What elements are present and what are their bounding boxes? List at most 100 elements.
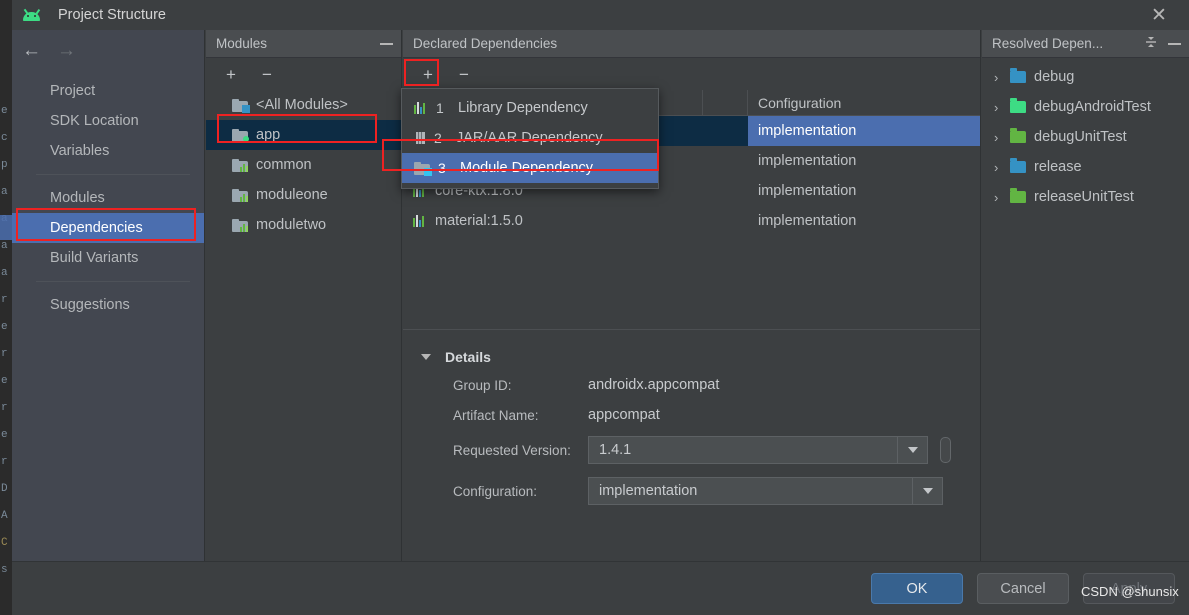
chevron-right-icon[interactable]: › [994,130,1010,145]
watermark-text: CSDN @shunsix [1081,584,1179,599]
nav-history-controls: ← → [12,30,204,70]
chevron-right-icon[interactable]: › [994,190,1010,205]
sidebar-item-dependencies[interactable]: Dependencies [12,213,204,243]
menu-item-jar-aar-dependency[interactable]: 2 JAR/AAR Dependency [402,123,658,153]
details-section: Details Group ID: androidx.appcompat Art… [403,330,980,512]
minimize-icon[interactable] [380,42,393,45]
chevron-right-icon[interactable]: › [994,100,1010,115]
menu-item-label: Library Dependency [458,100,588,116]
add-dependency-button[interactable]: + [417,63,439,85]
module-row-common[interactable]: common [206,150,401,180]
triangle-down-icon[interactable] [421,354,431,360]
menu-item-label: JAR/AAR Dependency [456,130,603,146]
jar-icon [414,131,427,145]
menu-item-number: 2 [434,130,442,146]
module-row-moduletwo[interactable]: moduletwo [206,210,401,240]
library-icon [413,214,428,228]
cancel-button[interactable]: Cancel [977,573,1069,604]
field-label: Artifact Name: [453,407,539,423]
resolved-label: debugUnitTest [1034,129,1127,145]
forward-arrow-icon[interactable]: → [57,41,76,60]
add-dependency-popup-menu: 1 Library Dependency 2 JAR/AAR Dependenc… [401,88,659,189]
background-editor-strip: ecpaaaarerererDACs [0,0,12,615]
project-structure-dialog-screen: ecpaaaarerererDACs Project Structure ✕ ←… [0,0,1189,615]
resolved-label: release [1034,159,1082,175]
background-text-fragment: r [1,348,8,360]
menu-item-number: 3 [438,160,446,176]
folder-icon [1010,128,1026,143]
sidebar-item-build-variants[interactable]: Build Variants [12,243,204,273]
resolved-row-debugunittest[interactable]: › debugUnitTest [982,122,1189,152]
close-icon[interactable]: ✕ [1137,0,1181,30]
background-text-fragment: s [1,564,8,576]
chevron-right-icon[interactable]: › [994,70,1010,85]
details-field-artifact-name: Artifact Name: appcompat [403,400,980,430]
background-text-fragment: r [1,456,8,468]
sidebar-item-modules[interactable]: Modules [12,183,204,213]
module-label: <All Modules> [256,97,348,113]
folder-icon [1010,188,1026,203]
details-header[interactable]: Details [403,344,980,370]
background-text-fragment: p [1,159,8,171]
resolved-row-release[interactable]: › release [982,152,1189,182]
module-row-moduleone[interactable]: moduleone [206,180,401,210]
module-row-all-modules[interactable]: <All Modules> [206,90,401,120]
field-value: appcompat [588,407,660,423]
table-row[interactable]: material:1.5.0 implementation [403,206,980,236]
chevron-right-icon[interactable]: › [994,160,1010,175]
configuration-combobox[interactable]: implementation [588,477,943,505]
background-text-fragment: r [1,294,8,306]
background-text-fragment: A [1,510,8,522]
back-arrow-icon[interactable]: ← [22,41,41,60]
resolved-row-debugandroidtest[interactable]: › debugAndroidTest [982,92,1189,122]
menu-item-library-dependency[interactable]: 1 Library Dependency [402,93,658,123]
menu-item-module-dependency[interactable]: 3 Module Dependency [402,153,658,183]
background-text-fragment: e [1,321,8,333]
folder-icon [1010,98,1026,113]
resolved-dependencies-title: Resolved Depen... [992,36,1104,51]
background-selected-line [0,215,12,240]
modules-panel: Modules + − <All Modules> app common mod… [206,30,402,561]
version-catalog-button[interactable] [940,437,951,463]
background-text-fragment: a [1,240,8,252]
column-header-spacer[interactable] [703,90,748,116]
sidebar-group-modules: Modules Dependencies Build Variants [12,183,204,273]
chevron-down-icon[interactable] [912,478,942,504]
folder-icon [1010,158,1026,173]
resolved-dependencies-header: Resolved Depen... [982,30,1189,58]
folder-icon [1010,68,1026,83]
folder-library-icon [232,158,249,172]
sidebar-item-project[interactable]: Project [12,76,204,106]
modules-panel-title: Modules [216,36,268,51]
dependency-configuration: implementation [758,153,857,169]
sidebar-item-suggestions[interactable]: Suggestions [12,290,204,320]
modules-panel-header: Modules [206,30,401,58]
settings-sidebar: ← → Project SDK Location Variables Modul… [12,30,205,561]
details-field-configuration: Configuration: implementation [403,470,980,512]
library-icon [414,101,429,115]
remove-dependency-button[interactable]: − [453,63,475,85]
menu-item-number: 1 [436,100,444,116]
requested-version-combobox[interactable]: 1.4.1 [588,436,928,464]
resolved-label: debug [1034,69,1075,85]
dependency-configuration: implementation [758,213,857,229]
modules-list: <All Modules> app common moduleone modul… [206,90,401,240]
sidebar-item-sdk-location[interactable]: SDK Location [12,106,204,136]
module-row-app[interactable]: app [206,120,401,150]
menu-item-label: Module Dependency [460,160,594,176]
background-text-fragment: a [1,267,8,279]
folder-library-icon [232,188,249,202]
add-module-button[interactable]: + [220,63,242,85]
expand-collapse-icon[interactable] [1144,35,1158,52]
sidebar-item-variables[interactable]: Variables [12,136,204,166]
chevron-down-icon[interactable] [897,437,927,463]
resolved-row-debug[interactable]: › debug [982,62,1189,92]
ok-button[interactable]: OK [871,573,963,604]
resolved-row-releaseunittest[interactable]: › releaseUnitTest [982,182,1189,212]
minimize-icon[interactable] [1168,42,1181,45]
background-text-fragment: c [1,132,8,144]
remove-module-button[interactable]: − [256,63,278,85]
background-text-fragment: e [1,375,8,387]
column-header-configuration[interactable]: Configuration [748,95,980,111]
folder-app-icon [232,128,249,142]
